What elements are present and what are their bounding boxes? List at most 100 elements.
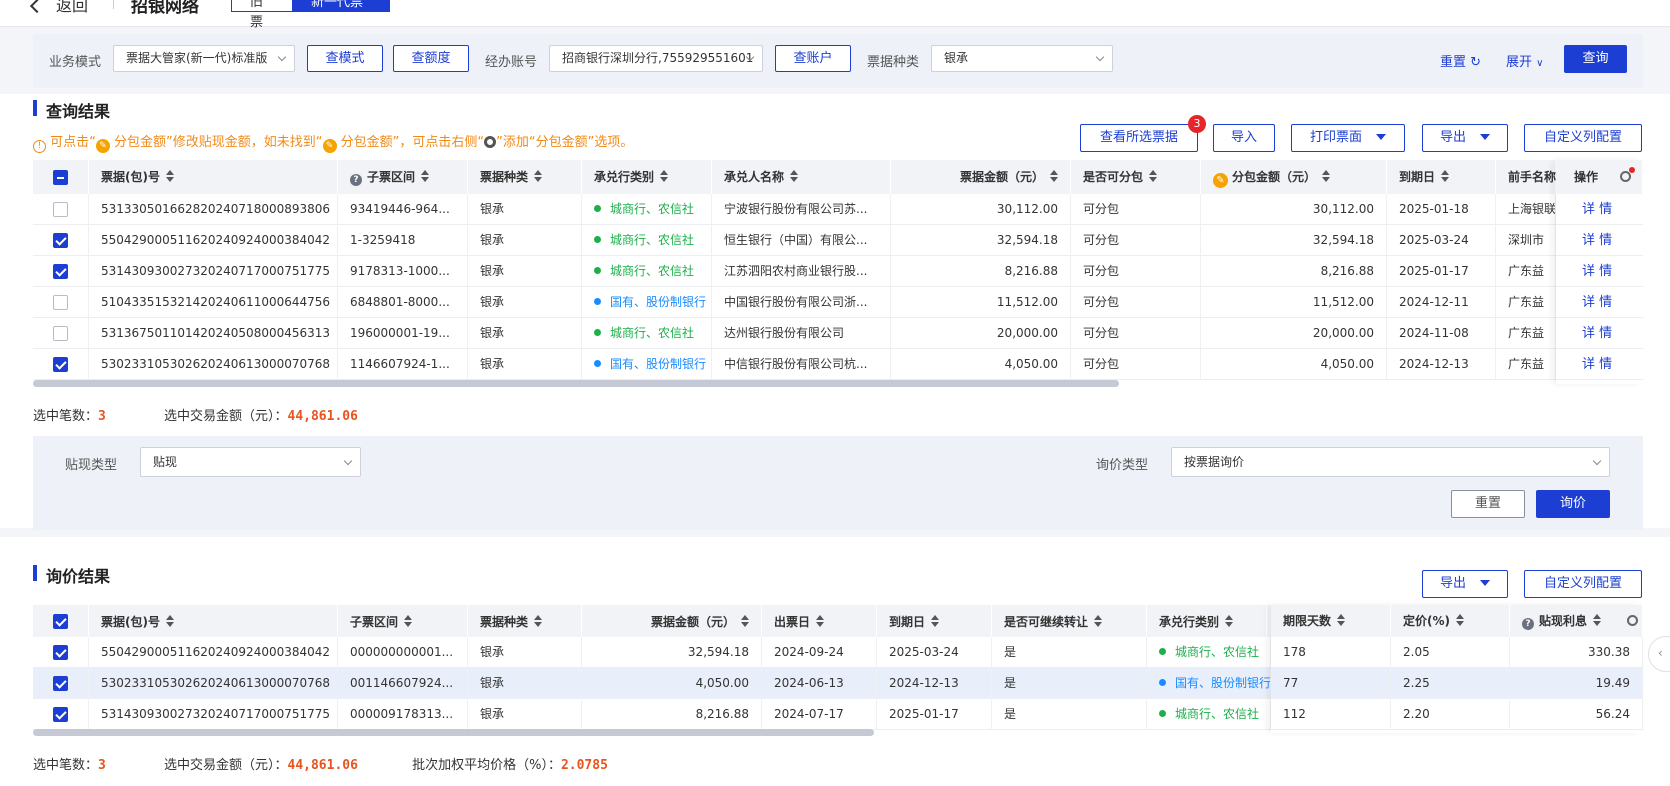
- col-acceptor-type[interactable]: 承兑行类别: [582, 160, 712, 194]
- table-row[interactable]: 530233105302620240613000070768 114660792…: [33, 349, 1643, 380]
- check-account-button[interactable]: 查账户: [775, 45, 851, 72]
- gear-icon[interactable]: [1620, 171, 1631, 182]
- tab-old-bill[interactable]: 旧票: [231, 0, 293, 30]
- col-days[interactable]: 期限天数: [1271, 605, 1391, 637]
- row-checkbox[interactable]: [53, 676, 68, 691]
- chevron-down-icon: [1592, 456, 1602, 466]
- alert-dot: [1629, 167, 1635, 173]
- back-button[interactable]: 返回: [29, 0, 88, 16]
- sort-icon: [534, 615, 543, 628]
- check-mode-button[interactable]: 查模式: [307, 45, 383, 72]
- table-row-fixed: 77 2.25 19.49: [1271, 668, 1643, 699]
- col-prev-holder[interactable]: 前手名称: [1496, 160, 1556, 194]
- sort-icon: [1337, 614, 1346, 627]
- status-dot: [1159, 710, 1166, 717]
- custom-columns-button[interactable]: 自定义列配置: [1524, 124, 1642, 152]
- business-mode-select[interactable]: 票据大管家(新一代)标准版: [113, 45, 295, 72]
- table-row[interactable]: 510433515321420240611000644756 6848801-8…: [33, 287, 1643, 318]
- col-bill-type[interactable]: 票据种类: [468, 160, 582, 194]
- table-row[interactable]: 550429000511620240924000384042 1-3259418…: [33, 225, 1643, 256]
- account-select[interactable]: 招商银行深圳分行,755929551601: [549, 45, 763, 72]
- horizontal-scrollbar[interactable]: [33, 729, 874, 736]
- sort-icon: [404, 615, 413, 628]
- col-transferable[interactable]: 是否可继续转让: [992, 605, 1147, 639]
- selected-count-badge: 3: [1188, 115, 1206, 133]
- sort-icon: [660, 170, 669, 183]
- chevron-down-icon: [343, 456, 353, 466]
- pen-icon: ✎: [322, 139, 337, 153]
- inquiry-fixed-columns: 期限天数 定价(%) ? 贴现利息 178 2.05 330.38 77 2.25…: [1271, 605, 1643, 733]
- col-due-date[interactable]: 到期日: [1387, 160, 1496, 194]
- col-amount[interactable]: 票据金额（元）: [891, 160, 1071, 194]
- col-interest[interactable]: ? 贴现利息: [1510, 605, 1643, 637]
- col-acceptor-name[interactable]: 承兑人名称: [712, 160, 891, 194]
- col-sub-range[interactable]: ? 子票区间: [338, 160, 468, 194]
- inquire-button[interactable]: 询价: [1536, 490, 1610, 518]
- col-rate[interactable]: 定价(%): [1391, 605, 1510, 637]
- view-selected-button[interactable]: 查看所选票据: [1080, 124, 1198, 152]
- import-button[interactable]: 导入: [1213, 124, 1275, 152]
- inquiry-export-button[interactable]: 导出: [1422, 570, 1508, 598]
- table-row[interactable]: 531330501662820240718000893806 93419446-…: [33, 194, 1643, 225]
- detail-link[interactable]: 详 情: [1556, 349, 1643, 380]
- detail-link[interactable]: 详 情: [1556, 194, 1643, 225]
- col-amount[interactable]: 票据金额（元）: [582, 605, 762, 639]
- detail-link[interactable]: 详 情: [1556, 287, 1643, 318]
- status-dot: [594, 267, 601, 274]
- detail-link[interactable]: 详 情: [1556, 318, 1643, 349]
- print-button[interactable]: 打印票面: [1291, 124, 1405, 152]
- col-bill-no[interactable]: 票据(包)号: [89, 160, 338, 194]
- row-checkbox[interactable]: [53, 707, 68, 722]
- discount-type-select[interactable]: 贴现: [140, 447, 361, 477]
- detail-link[interactable]: 详 情: [1556, 256, 1643, 287]
- sort-icon: [1322, 170, 1331, 183]
- col-due-date[interactable]: 到期日: [877, 605, 992, 639]
- caret-down-icon: [1480, 134, 1490, 140]
- row-checkbox[interactable]: [53, 264, 68, 279]
- ops-column: 操作 详 情详 情详 情详 情详 情详 情: [1556, 160, 1643, 384]
- discount-reset-button[interactable]: 重置: [1451, 490, 1525, 518]
- check-quota-button[interactable]: 查额度: [393, 45, 469, 72]
- table-row[interactable]: 531430930027320240717000751775 9178313-1…: [33, 256, 1643, 287]
- inquiry-custom-columns-button[interactable]: 自定义列配置: [1524, 570, 1642, 598]
- query-button[interactable]: 查询: [1564, 45, 1627, 73]
- table-header: 票据(包)号 ? 子票区间 票据种类 承兑行类别 承兑人名称 票据金额（元） 是否…: [33, 160, 1643, 194]
- tab-new-bill[interactable]: 新一代票: [292, 0, 390, 12]
- col-issue-date[interactable]: 出票日: [762, 605, 877, 639]
- select-all-checkbox[interactable]: [53, 170, 68, 185]
- status-dot: [594, 360, 601, 367]
- row-checkbox[interactable]: [53, 295, 68, 310]
- horizontal-scrollbar[interactable]: [33, 380, 1119, 387]
- row-checkbox[interactable]: [53, 233, 68, 248]
- col-acceptor-type[interactable]: 承兑行类别: [1147, 605, 1267, 639]
- status-dot: [1159, 679, 1166, 686]
- col-sub-range[interactable]: 子票区间: [338, 605, 468, 639]
- expand-link[interactable]: 展开 ∨: [1506, 51, 1543, 70]
- row-checkbox[interactable]: [53, 202, 68, 217]
- col-splittable[interactable]: 是否可分包: [1071, 160, 1201, 194]
- pen-icon: ✎: [95, 139, 110, 153]
- export-button[interactable]: 导出: [1422, 124, 1508, 152]
- sort-icon: [165, 170, 174, 183]
- col-bill-no[interactable]: 票据(包)号: [89, 605, 338, 639]
- info-icon: !: [33, 140, 46, 153]
- sort-icon: [1094, 615, 1103, 628]
- col-bill-type[interactable]: 票据种类: [468, 605, 582, 639]
- table-row[interactable]: 531367501101420240508000456313 196000001…: [33, 318, 1643, 349]
- col-split-amount[interactable]: ✎ 分包金额（元）: [1201, 160, 1387, 194]
- account-label: 经办账号: [485, 55, 538, 70]
- bill-type-select[interactable]: 银承: [931, 45, 1113, 72]
- status-dot: [594, 236, 601, 243]
- select-all-checkbox[interactable]: [53, 614, 68, 629]
- detail-link[interactable]: 详 情: [1556, 225, 1643, 256]
- reset-link[interactable]: 重置 ↻: [1440, 51, 1481, 70]
- sort-icon: [534, 170, 543, 183]
- row-checkbox[interactable]: [53, 326, 68, 341]
- results-table: 票据(包)号 ? 子票区间 票据种类 承兑行类别 承兑人名称 票据金额（元） 是否…: [33, 160, 1643, 390]
- inquiry-type-select[interactable]: 按票据询价: [1171, 447, 1610, 477]
- gear-icon[interactable]: [1627, 615, 1638, 626]
- inquiry-type-label: 询价类型: [1096, 458, 1149, 473]
- table-row-fixed: 178 2.05 330.38: [1271, 637, 1643, 668]
- row-checkbox[interactable]: [53, 357, 68, 372]
- row-checkbox[interactable]: [53, 645, 68, 660]
